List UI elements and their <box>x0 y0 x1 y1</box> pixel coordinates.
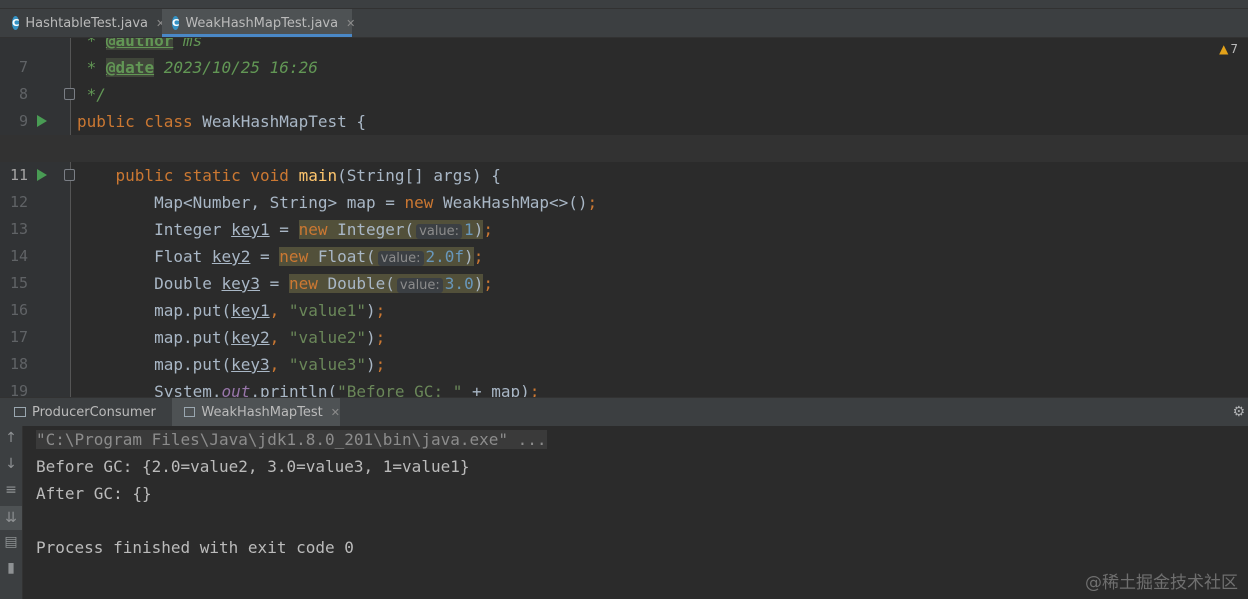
code-line: 15 Float key2 = new Float(value: 2.0f); <box>0 243 1248 292</box>
literal: "value1" <box>288 301 366 320</box>
run-icon[interactable] <box>37 169 47 181</box>
scroll-to-end-icon[interactable]: ⇊ <box>0 506 22 530</box>
run-tab-weakhashmaptest[interactable]: WeakHashMapTest ✕ <box>172 398 340 426</box>
run-tab-label: ProducerConsumer <box>32 404 156 420</box>
run-icon[interactable] <box>37 115 47 127</box>
code-line: 7 * @author ms <box>0 38 1248 76</box>
console-icon <box>14 407 26 417</box>
console-toolbar: ↑ ↓ ≡ ⇊ ▤ ▮ <box>0 426 23 599</box>
doc-end: */ <box>77 85 106 104</box>
code-line: 20 System.out.println("Before GC: " + ma… <box>0 378 1248 397</box>
console-icon <box>184 407 196 417</box>
close-icon[interactable]: ✕ <box>346 17 355 30</box>
console-output-line: Before GC: {2.0=value2, 3.0=value3, 1=va… <box>36 457 470 476</box>
console-command: "C:\Program Files\Java\jdk1.8.0_201\bin\… <box>36 426 547 453</box>
literal: 2.0f <box>425 247 465 266</box>
code-line: 9 */ <box>0 81 1248 130</box>
parameter-hint: value: <box>396 278 443 293</box>
code-line: 14 Integer key1 = new Integer(value: 1); <box>0 216 1248 265</box>
literal: "value2" <box>288 328 366 347</box>
doc-tag: @author <box>105 38 174 50</box>
literal: "Before GC: " <box>337 382 463 397</box>
class-icon: C <box>172 16 180 30</box>
run-console[interactable]: ↑ ↓ ≡ ⇊ ▤ ▮ "C:\Program Files\Java\jdk1.… <box>0 426 1248 599</box>
doc-star: * <box>77 58 106 77</box>
code-editor[interactable]: ▲ 7 7 * @author ms 8 * @date 2023/10/25 1… <box>0 38 1248 397</box>
code-line: 17 map.put(key1, "value1"); <box>0 297 1248 346</box>
console-output-line: After GC: {} <box>36 484 152 503</box>
console-output-line: Process finished with exit code 0 <box>36 538 354 557</box>
code-line: 12 public static void main(String[] args… <box>0 162 1248 211</box>
doc-value: 2023/10/25 16:26 <box>154 58 318 77</box>
code-line: 19 map.put(key3, "value3"); <box>0 351 1248 397</box>
editor-tab-bar: C HashtableTest.java ✕ C WeakHashMapTest… <box>0 9 1248 38</box>
run-tab-producerconsumer[interactable]: ProducerConsumer <box>0 398 170 426</box>
doc-tag: @date <box>105 58 155 77</box>
arrow-up-icon[interactable]: ↑ <box>0 430 22 446</box>
fold-icon[interactable] <box>64 88 75 100</box>
code-line: 18 map.put(key2, "value2"); <box>0 324 1248 373</box>
code-line: 13 Map<Number, String> map = new WeakHas… <box>0 189 1248 238</box>
run-tool-window-tabs: ProducerConsumer WeakHashMapTest ✕ ⚙ <box>0 397 1248 427</box>
tab-label: WeakHashMapTest.java <box>185 15 339 31</box>
arrow-down-icon[interactable]: ↓ <box>0 456 22 472</box>
gear-icon[interactable]: ⚙ <box>1232 404 1245 420</box>
class-icon: C <box>12 16 20 30</box>
parameter-hint: value: <box>377 251 424 266</box>
parameter-hint: value: <box>416 224 463 239</box>
watermark: @稀土掘金技术社区 <box>1085 573 1238 593</box>
run-tab-label: WeakHashMapTest <box>201 404 323 420</box>
literal: "value3" <box>288 355 366 374</box>
tab-weakhashmaptest[interactable]: C WeakHashMapTest.java ✕ <box>162 9 355 37</box>
code-line-current: 11 <box>0 135 1248 184</box>
command-text: "C:\Program Files\Java\jdk1.8.0_201\bin\… <box>36 430 547 449</box>
literal: 1 <box>464 220 474 239</box>
literal: 3.0 <box>444 274 474 293</box>
code-line: 16 Double key3 = new Double(value: 3.0); <box>0 270 1248 319</box>
tab-hashtabletest[interactable]: C HashtableTest.java ✕ <box>0 9 165 37</box>
close-icon[interactable]: ✕ <box>331 406 340 419</box>
code-line: 8 * @date 2023/10/25 16:26 <box>0 54 1248 103</box>
doc-star: * <box>77 38 106 50</box>
fold-icon[interactable] <box>64 169 75 181</box>
print-icon[interactable]: ▤ <box>0 534 22 550</box>
trash-icon[interactable]: ▮ <box>0 560 22 576</box>
title-strip <box>0 0 1248 9</box>
soft-wrap-icon[interactable]: ≡ <box>0 482 22 498</box>
code-line: 10 public class WeakHashMapTest { <box>0 108 1248 157</box>
tab-label: HashtableTest.java <box>25 15 148 31</box>
doc-value: ms <box>173 38 203 50</box>
